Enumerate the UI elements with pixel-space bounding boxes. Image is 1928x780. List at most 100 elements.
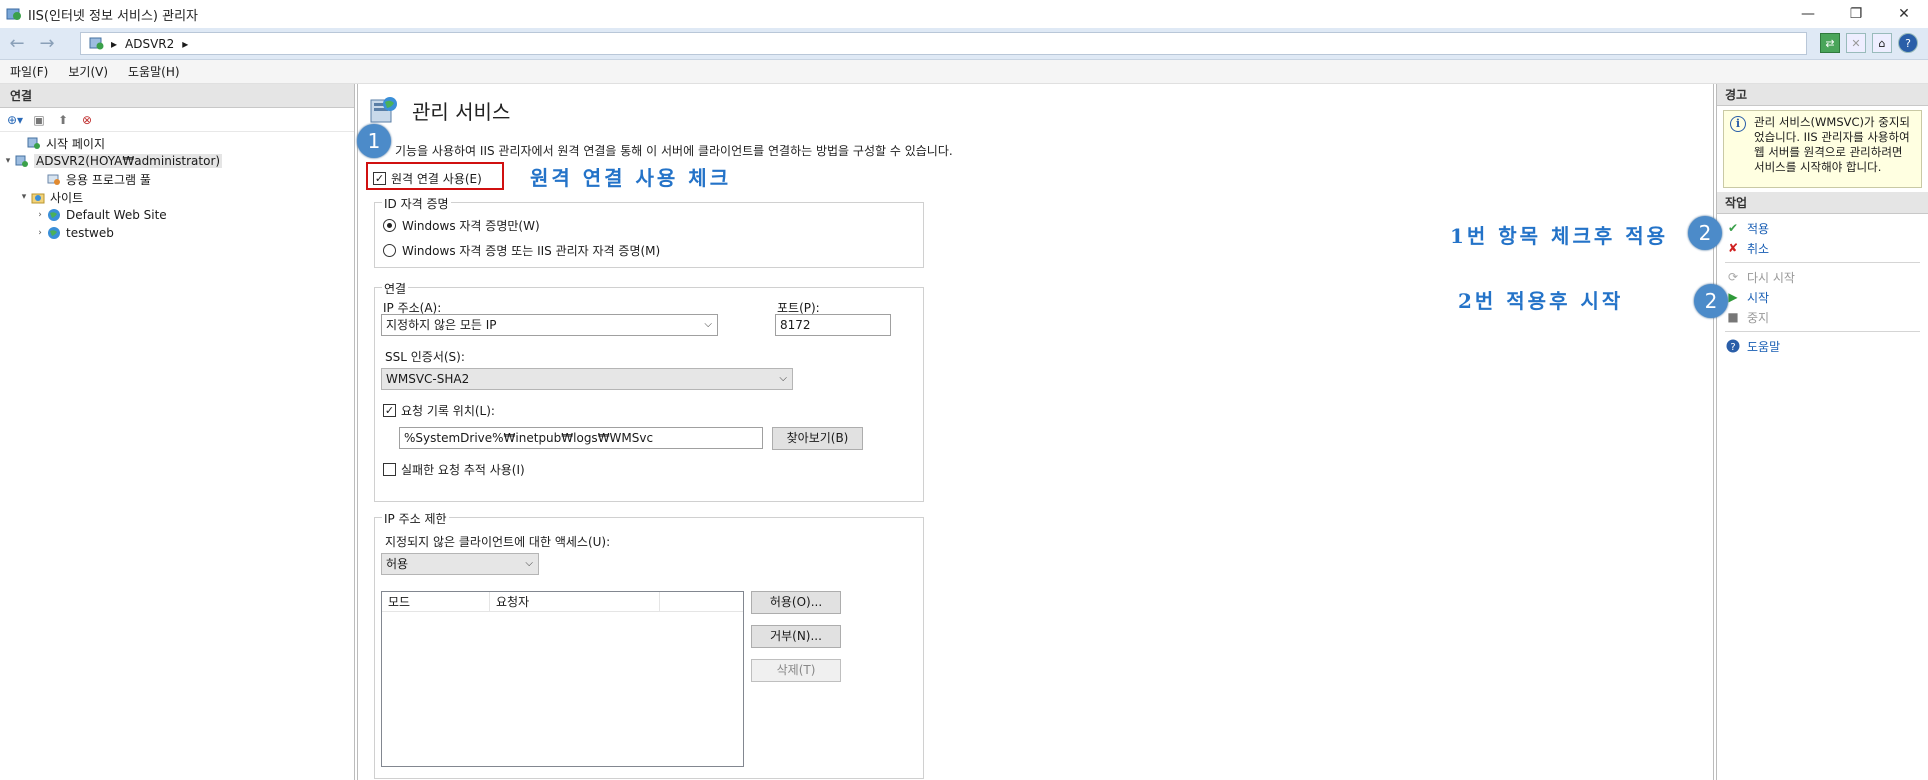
minimize-button[interactable]: — xyxy=(1784,0,1832,28)
apply-action[interactable]: ✔ 적용 xyxy=(1717,218,1928,238)
list-header: 모드 요청자 xyxy=(382,592,743,612)
home-icon[interactable]: ⌂ xyxy=(1872,33,1892,53)
tree-item-server[interactable]: ▾ ADSVR2(HOYA₩administrator) xyxy=(0,152,354,170)
step-badge-2-apply: 2 xyxy=(1688,216,1722,250)
breadcrumb-item-server[interactable]: ADSVR2 xyxy=(125,37,174,51)
highlight-box xyxy=(366,162,504,190)
allow-button[interactable]: 허용(O)... xyxy=(751,591,841,614)
up-level-icon[interactable]: ⬆ xyxy=(54,111,72,129)
column-header-mode[interactable]: 모드 xyxy=(382,592,490,611)
chevron-right-icon[interactable]: › xyxy=(34,210,46,220)
stop-icon[interactable]: ✕ xyxy=(1846,33,1866,53)
connection-group: 연결 IP 주소(A): 지정하지 않은 모든 IP ⌵ 포트(P): 8172… xyxy=(374,280,924,502)
menu-bar: 파일(F) 보기(V) 도움말(H) xyxy=(0,60,1928,84)
connect-icon[interactable]: ⊕▾ xyxy=(6,111,24,129)
log-location-checkbox[interactable]: ✓ 요청 기록 위치(L): xyxy=(383,402,495,419)
app-pool-icon xyxy=(46,172,62,186)
port-field[interactable]: 8172 xyxy=(775,314,891,336)
menu-file[interactable]: 파일(F) xyxy=(0,63,58,80)
column-header-requester[interactable]: 요청자 xyxy=(490,592,660,611)
forward-button[interactable]: → xyxy=(34,31,60,57)
checkbox-unchecked[interactable] xyxy=(383,463,396,476)
tree-item-start-page[interactable]: 시작 페이지 xyxy=(0,134,354,152)
chevron-down-icon: ⌵ xyxy=(704,319,712,330)
tree-item-default-web-site[interactable]: › Default Web Site xyxy=(0,206,354,224)
page-title: 관리 서비스 xyxy=(412,99,511,124)
help-icon: ? xyxy=(1725,338,1741,354)
divider xyxy=(1725,262,1920,263)
stop-action: ■ 중지 xyxy=(1717,307,1928,327)
browse-button[interactable]: 찾아보기(B) xyxy=(772,427,863,450)
connections-header: 연결 xyxy=(0,84,354,108)
unspecified-access-label: 지정되지 않은 클라이언트에 대한 액세스(U): xyxy=(385,535,611,549)
connections-tree: 시작 페이지 ▾ ADSVR2(HOYA₩administrator) 응용 프… xyxy=(0,132,354,242)
tree-item-sites[interactable]: ▾ 사이트 xyxy=(0,188,354,206)
maximize-button[interactable]: ❐ xyxy=(1832,0,1880,28)
tree-item-app-pools[interactable]: 응용 프로그램 풀 xyxy=(0,170,354,188)
chevron-down-icon[interactable]: ▾ xyxy=(2,156,14,166)
close-button[interactable]: ✕ xyxy=(1880,0,1928,28)
chevron-right-icon[interactable]: ▸ xyxy=(182,37,188,51)
annotation-start-step: 2번 적용후 시작 xyxy=(1458,289,1624,313)
unspecified-access-select[interactable]: 허용 ⌵ xyxy=(381,553,539,575)
step-badge-2-start: 2 xyxy=(1694,284,1728,318)
feature-pane: 관리 서비스 기능을 사용하여 IIS 관리자에서 원격 연결을 통해 이 서버… xyxy=(357,84,1728,780)
globe-icon xyxy=(46,226,62,240)
failed-request-tracing-checkbox[interactable]: 실패한 요청 추적 사용(I) xyxy=(383,461,525,478)
breadcrumb[interactable]: ▸ ADSVR2 ▸ xyxy=(80,32,1807,55)
radio-unselected[interactable] xyxy=(383,244,396,257)
feature-header: 관리 서비스 xyxy=(368,94,510,126)
menu-view[interactable]: 보기(V) xyxy=(58,63,118,80)
iis-app-icon xyxy=(6,8,21,20)
help-action[interactable]: ? 도움말 xyxy=(1717,336,1928,356)
window-title: IIS(인터넷 정보 서비스) 관리자 xyxy=(28,8,199,24)
windows-or-iis-credentials-radio[interactable]: Windows 자격 증명 또는 IIS 관리자 자격 증명(M) xyxy=(383,242,660,259)
delete-button[interactable]: 삭제(T) xyxy=(751,659,841,682)
sites-folder-icon xyxy=(30,190,46,204)
checkbox-checked[interactable]: ✓ xyxy=(383,404,396,417)
management-service-icon xyxy=(370,97,397,123)
chevron-down-icon: ⌵ xyxy=(779,373,787,384)
alerts-header: 경고 xyxy=(1717,84,1928,106)
windows-credentials-radio[interactable]: Windows 자격 증명만(W) xyxy=(383,217,540,234)
feature-description: 기능을 사용하여 IIS 관리자에서 원격 연결을 통해 이 서버에 클라이언트… xyxy=(395,144,953,158)
menu-help[interactable]: 도움말(H) xyxy=(118,63,190,80)
group-title: ID 자격 증명 xyxy=(382,195,451,212)
chevron-down-icon[interactable]: ▾ xyxy=(18,192,30,202)
group-title: IP 주소 제한 xyxy=(382,510,449,527)
ssl-cert-select[interactable]: WMSVC-SHA2 ⌵ xyxy=(381,368,793,390)
chevron-down-icon: ⌵ xyxy=(525,558,533,569)
server-icon xyxy=(14,154,30,168)
title-bar: IIS(인터넷 정보 서비스) 관리자 — ❐ ✕ xyxy=(0,0,1928,28)
restart-action: ⟳ 다시 시작 xyxy=(1717,267,1928,287)
address-bar: ← → ▸ ADSVR2 ▸ ⇄ ✕ ⌂ ? xyxy=(0,28,1928,60)
actions-pane: 경고 i 관리 서비스(WMSVC)가 중지되었습니다. IIS 관리자를 사용… xyxy=(1716,84,1928,780)
radio-selected[interactable] xyxy=(383,219,396,232)
annotation-apply-step: 1번 항목 체크후 적용 xyxy=(1450,224,1669,248)
server-icon xyxy=(89,37,104,49)
alert-message: i 관리 서비스(WMSVC)가 중지되었습니다. IIS 관리자를 사용하여 … xyxy=(1723,110,1922,188)
divider xyxy=(1725,331,1920,332)
disconnect-icon[interactable]: ⊗ xyxy=(78,111,96,129)
chevron-right-icon: ▸ xyxy=(111,36,118,51)
help-icon[interactable]: ? xyxy=(1898,33,1918,53)
connections-pane: 연결 ⊕▾ ▣ ⬆ ⊗ 시작 페이지 ▾ ADSVR2(HOYA₩adminis… xyxy=(0,84,355,780)
deny-button[interactable]: 거부(N)... xyxy=(751,625,841,648)
start-action[interactable]: ▶ 시작 xyxy=(1717,287,1928,307)
step-badge-1: 1 xyxy=(357,124,391,158)
refresh-icon[interactable]: ⇄ xyxy=(1820,33,1840,53)
back-button[interactable]: ← xyxy=(4,31,30,57)
log-path-field[interactable]: %SystemDrive%₩inetpub₩logs₩WMSvc xyxy=(399,427,763,449)
apply-check-icon: ✔ xyxy=(1727,221,1739,235)
cancel-x-icon: ✘ xyxy=(1727,241,1739,255)
ip-rules-list[interactable]: 모드 요청자 xyxy=(381,591,744,767)
ssl-cert-label: SSL 인증서(S): xyxy=(385,350,465,364)
ip-address-select[interactable]: 지정하지 않은 모든 IP ⌵ xyxy=(381,314,718,336)
svg-text:?: ? xyxy=(1730,342,1735,353)
tree-item-testweb[interactable]: › testweb xyxy=(0,224,354,242)
connections-toolbar: ⊕▾ ▣ ⬆ ⊗ xyxy=(0,108,354,132)
annotation-enable-remote: 원격 연결 사용 체크 xyxy=(530,166,732,190)
cancel-action[interactable]: ✘ 취소 xyxy=(1717,238,1928,258)
chevron-right-icon[interactable]: › xyxy=(34,228,46,238)
save-icon[interactable]: ▣ xyxy=(30,111,48,129)
